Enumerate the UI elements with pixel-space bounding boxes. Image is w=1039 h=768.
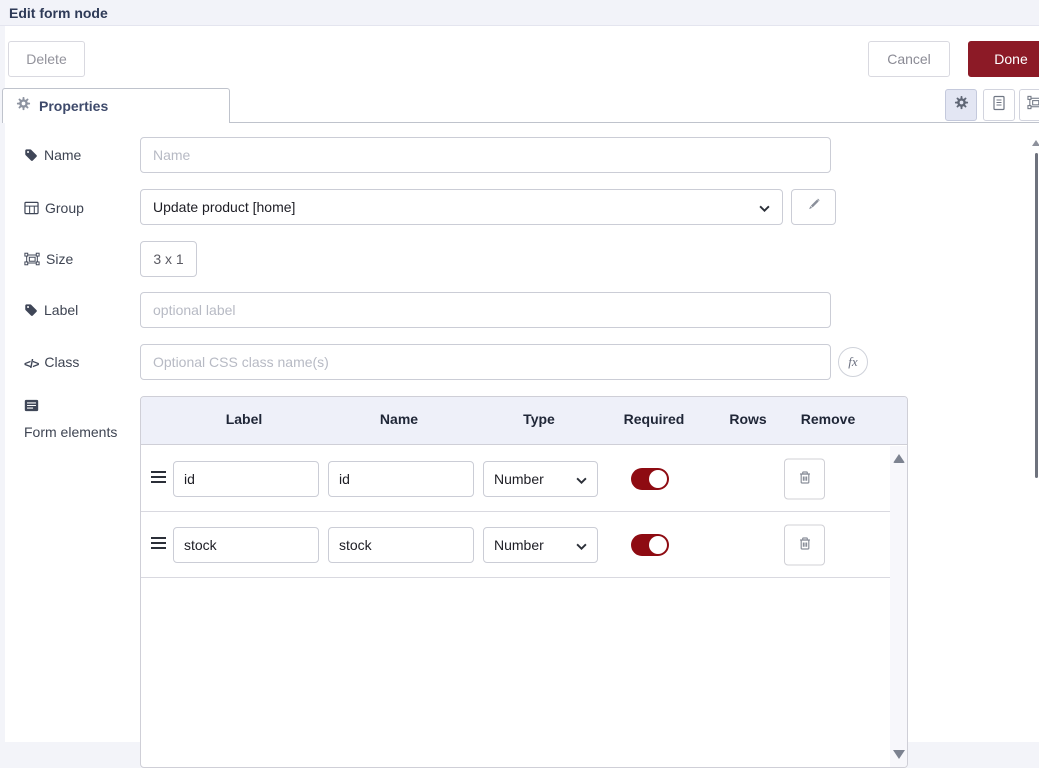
object-group-icon <box>24 250 40 271</box>
size-button[interactable]: 3 x 1 <box>140 241 197 277</box>
element-label-input[interactable] <box>173 527 319 563</box>
trash-icon <box>797 535 813 554</box>
tab-properties[interactable]: Properties <box>2 88 230 123</box>
element-type-select[interactable]: Number <box>483 527 598 563</box>
required-toggle[interactable] <box>631 534 669 556</box>
column-header-remove: Remove <box>801 411 855 427</box>
column-header-type: Type <box>523 411 555 427</box>
class-field-label: </> Class <box>24 353 129 374</box>
tab-properties-label: Properties <box>39 98 108 114</box>
table-rows: Number <box>141 446 890 767</box>
table-header-row: Label Name Type Required Rows Remove <box>141 397 907 445</box>
name-input[interactable] <box>140 137 831 173</box>
chevron-down-icon <box>759 199 770 215</box>
group-select-value: Update product [home] <box>153 199 295 215</box>
gear-icon <box>954 95 969 115</box>
code-icon: </> <box>24 355 38 374</box>
element-name-input[interactable] <box>328 461 474 497</box>
cancel-button[interactable]: Cancel <box>868 41 950 77</box>
table-row: Number <box>141 512 890 578</box>
up-arrow-icon[interactable] <box>893 454 905 463</box>
element-type-value: Number <box>494 537 544 553</box>
required-toggle[interactable] <box>631 468 669 490</box>
element-type-select[interactable]: Number <box>483 461 598 497</box>
element-label-input[interactable] <box>173 461 319 497</box>
list-alt-icon <box>24 397 39 417</box>
document-icon <box>991 95 1007 116</box>
pencil-icon <box>806 197 821 217</box>
chevron-down-icon <box>576 471 587 487</box>
label-field-label: Label <box>24 301 129 322</box>
table-scrollbar[interactable] <box>890 446 907 767</box>
dialog-header: Edit form node <box>0 0 1039 26</box>
drag-handle-icon[interactable] <box>151 536 166 554</box>
label-input[interactable] <box>140 292 831 328</box>
page-scrollbar-thumb[interactable] <box>1035 153 1038 478</box>
dialog-title: Edit form node <box>9 5 108 21</box>
properties-view-button[interactable] <box>945 89 977 121</box>
drag-handle-icon[interactable] <box>151 470 166 488</box>
element-type-value: Number <box>494 471 544 487</box>
remove-element-button[interactable] <box>784 458 825 499</box>
element-name-input[interactable] <box>328 527 474 563</box>
expression-button[interactable]: fx <box>838 347 868 377</box>
down-arrow-icon[interactable] <box>893 750 905 759</box>
done-button[interactable]: Done <box>968 41 1039 77</box>
column-header-required: Required <box>624 411 685 427</box>
form-elements-table: Label Name Type Required Rows Remove Num… <box>140 396 908 768</box>
description-view-button[interactable] <box>983 89 1015 121</box>
remove-element-button[interactable] <box>784 524 825 565</box>
tag-icon <box>24 301 38 322</box>
object-group-icon <box>1027 95 1039 115</box>
edit-group-button[interactable] <box>791 189 836 225</box>
dialog-panel: Delete Cancel Done Properties <box>5 26 1039 742</box>
appearance-view-button[interactable] <box>1019 89 1039 121</box>
trash-icon <box>797 469 813 488</box>
page-scroll-up-arrow[interactable] <box>1032 140 1039 146</box>
class-input[interactable] <box>140 344 831 380</box>
size-field-label: Size <box>24 250 129 271</box>
column-header-rows: Rows <box>729 411 766 427</box>
tag-icon <box>24 146 38 167</box>
group-field-label: Group <box>24 199 129 220</box>
gear-icon <box>16 96 31 116</box>
delete-button[interactable]: Delete <box>8 41 85 77</box>
column-header-name: Name <box>380 411 418 427</box>
column-header-label: Label <box>226 411 263 427</box>
toggle-knob <box>649 470 667 488</box>
form-elements-label: Form elements <box>24 397 124 442</box>
toggle-knob <box>649 536 667 554</box>
chevron-down-icon <box>576 537 587 553</box>
table-row: Number <box>141 446 890 512</box>
table-icon <box>24 199 39 220</box>
group-select[interactable]: Update product [home] <box>140 189 783 225</box>
name-field-label: Name <box>24 146 129 167</box>
